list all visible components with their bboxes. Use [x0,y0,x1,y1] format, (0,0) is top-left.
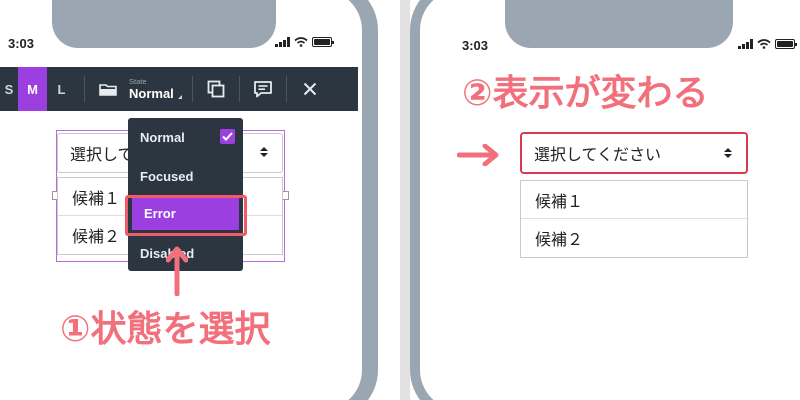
status-time: 3:03 [462,38,489,53]
close-button[interactable] [295,67,325,111]
annotation-step1: ①状態を選択 [60,309,271,350]
up-arrow-icon [166,246,188,296]
folder-icon [99,83,117,96]
state-select[interactable]: State Normal [123,67,188,111]
highlight-box [125,195,247,236]
status-icons [738,39,797,49]
toolbar-divider [191,76,193,102]
signal-icon [275,37,290,47]
menu-item-focused[interactable]: Focused [128,157,243,195]
battery-icon [311,37,334,47]
select-caret-icon [724,148,732,158]
right-panel: 3:03 ②表示が変わる 選択してください 候補１ 候補２ [410,0,800,400]
select-caret-icon [260,147,268,157]
toolbar-divider [285,76,287,102]
editor-toolbar: S M L State Normal [0,67,358,111]
select-value: 選択して [70,145,134,164]
wifi-icon [756,39,771,49]
select-value: 選択してください [534,145,662,164]
wifi-icon [293,37,308,47]
state-value: Normal [129,86,182,101]
select-box-error[interactable]: 選択してください [520,132,748,174]
copy-icon [207,80,225,98]
close-icon [303,82,317,96]
size-l-button[interactable]: L [47,67,76,111]
status-icons [275,37,334,47]
options-list: 候補１ 候補２ [520,180,748,258]
list-item[interactable]: 候補１ [521,181,747,219]
toolbar-divider [84,76,85,102]
phone-notch [52,0,276,48]
phone-notch [505,0,733,48]
state-label: State [129,77,147,86]
right-arrow-icon [457,144,499,166]
toolbar-divider [238,76,240,102]
panel-divider [400,0,410,400]
size-s-button[interactable]: S [0,67,18,111]
signal-icon [738,39,753,49]
copy-button[interactable] [201,67,231,111]
comment-icon [253,81,272,98]
battery-icon [774,39,797,49]
left-panel: 3:03 S M L State Normal 選択して 候補１ 候補２ Nor… [0,0,400,400]
status-time: 3:03 [8,36,35,51]
comment-button[interactable] [248,67,278,111]
list-item[interactable]: 候補２ [521,219,747,257]
folder-button[interactable] [93,67,123,111]
annotation-step2: ②表示が変わる [462,73,709,114]
size-m-button[interactable]: M [18,67,47,111]
check-icon [220,129,235,144]
